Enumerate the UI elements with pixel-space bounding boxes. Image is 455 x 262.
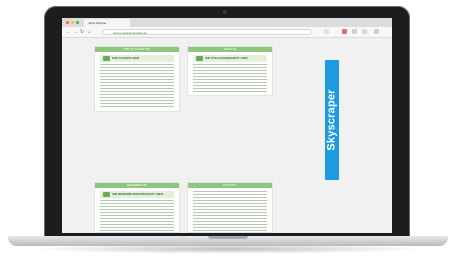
banner-image <box>196 56 203 61</box>
browser-toolbar: ← → ↻ ⌂ www.example-domain.de <box>62 27 392 38</box>
banner-text: IHR STELLENANGEBOT HIER <box>205 56 248 60</box>
adblock-icon[interactable] <box>342 29 347 34</box>
back-icon[interactable]: ← <box>66 29 71 35</box>
skyscraper-ad-banner[interactable]: Skyscraper <box>325 60 339 180</box>
panel-banner[interactable]: IHR STELLENANGEBOT HIER <box>193 55 267 62</box>
home-icon[interactable]: ⌂ <box>88 29 91 35</box>
reload-icon[interactable]: ↻ <box>80 29 84 35</box>
panel-header: BEWERBUNG <box>95 183 179 188</box>
browser-tab-bar: Jobst Scraper <box>62 18 392 27</box>
address-bar[interactable]: www.example-domain.de <box>102 29 312 35</box>
panel-kontakt: KONTAKT <box>187 182 273 233</box>
panel-header: SERVICE <box>188 47 272 52</box>
browser-tab[interactable]: Jobst Scraper <box>84 19 130 27</box>
panel-header: KONTAKT <box>188 183 272 188</box>
close-window-icon[interactable] <box>66 21 69 24</box>
laptop-base <box>8 236 448 246</box>
panel-banner[interactable]: WIR SUCHEN HIER <box>100 55 174 62</box>
maximize-window-icon[interactable] <box>76 21 79 24</box>
bookmark-icon[interactable] <box>352 29 357 34</box>
panel-service: SERVICE IHR STELLENANGEBOT HIER <box>187 46 273 96</box>
laptop-notch <box>208 236 248 239</box>
profile-icon[interactable] <box>362 29 367 34</box>
panel-erste-schritte: ERSTE SCHRITTE WIR SUCHEN HIER <box>94 46 180 112</box>
extension-icon[interactable] <box>324 29 329 34</box>
forward-icon[interactable]: → <box>73 29 78 35</box>
menu-icon[interactable] <box>374 29 379 34</box>
laptop-screen: Jobst Scraper ← → ↻ ⌂ www.example-domain… <box>62 18 392 233</box>
camera-icon <box>223 10 227 14</box>
banner-image <box>103 192 110 197</box>
banner-text: WIR SUCHEN HIER <box>112 56 140 60</box>
laptop-lid: Jobst Scraper ← → ↻ ⌂ www.example-domain… <box>44 6 410 238</box>
minimize-window-icon[interactable] <box>71 21 74 24</box>
page-content: ERSTE SCHRITTE WIR SUCHEN HIER SERVICE I… <box>62 38 392 233</box>
web-page: ERSTE SCHRITTE WIR SUCHEN HIER SERVICE I… <box>94 46 278 233</box>
banner-image <box>103 56 110 61</box>
banner-text: IHR BEWERBUNGSANGEBOT HIER <box>112 192 164 196</box>
panel-header: ERSTE SCHRITTE <box>95 47 179 52</box>
panel-bewerbung: BEWERBUNG IHR BEWERBUNGSANGEBOT HIER <box>94 182 180 233</box>
skyscraper-ad-label: Skyscraper <box>326 89 339 151</box>
panel-banner[interactable]: IHR BEWERBUNGSANGEBOT HIER <box>100 191 174 198</box>
